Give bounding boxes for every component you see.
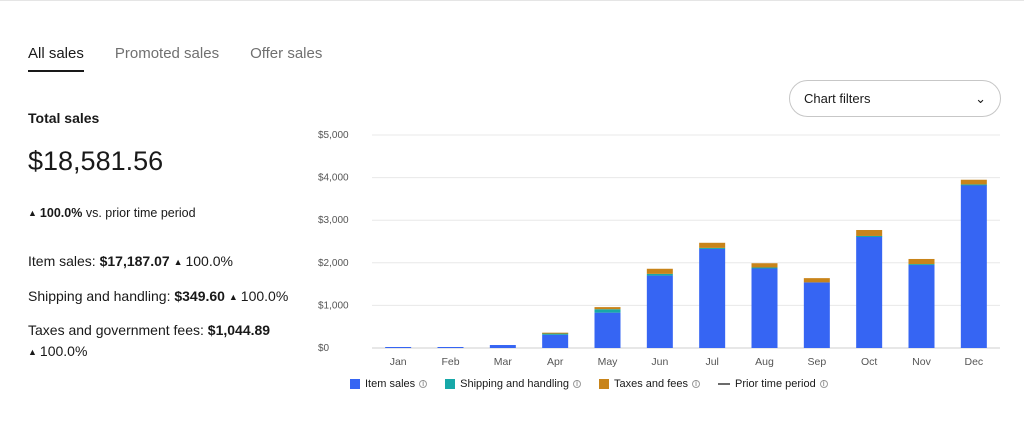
bar-jun-0 (646, 275, 673, 348)
y-tick-label: $0 (318, 343, 330, 354)
bar-apr-0 (542, 334, 569, 348)
total-change: ▲ 100.0% vs. prior time period (28, 206, 196, 220)
tab-promoted-sales[interactable]: Promoted sales (115, 45, 219, 72)
taxes-label: Taxes and government fees: (28, 322, 204, 338)
bar-may-2 (594, 307, 621, 310)
sales-tabs: All sales Promoted sales Offer sales (28, 45, 353, 72)
legend-item-sales[interactable]: Item sales i (350, 378, 428, 390)
legend-taxes[interactable]: Taxes and fees i (599, 378, 701, 390)
total-change-text: vs. prior time period (85, 206, 196, 220)
bar-oct-0 (856, 236, 883, 348)
item-sales-metric: Item sales: $17,187.07 ▲ 100.0% (28, 253, 233, 269)
sales-bar-chart: $0 $1,000 $2,000 $3,000 $4,000 $5,000 Jan Feb Ma… (318, 130, 1000, 368)
bar-sep-2 (803, 278, 830, 283)
legend-label-item-sales: Item sales (365, 378, 416, 390)
item-sales-label: Item sales: (28, 253, 96, 269)
legend-swatch-prior (718, 383, 731, 385)
x-tick-label: Dec (964, 356, 983, 368)
y-tick-label: $4,000 (318, 173, 349, 184)
taxes-value: $1,044.89 (207, 322, 271, 338)
bar-may-0 (594, 312, 621, 348)
up-triangle-icon: ▲ (228, 292, 238, 302)
bar-jul-2 (699, 242, 726, 248)
legend-label-taxes: Taxes and fees (614, 378, 689, 390)
x-tick-label: Jan (390, 356, 407, 368)
up-triangle-icon: ▲ (173, 257, 183, 267)
info-icon[interactable]: i (419, 380, 428, 388)
tab-offer-sales[interactable]: Offer sales (250, 45, 322, 72)
bar-apr-2 (542, 332, 569, 334)
legend-label-shipping: Shipping and handling (460, 378, 570, 390)
x-tick-label: Nov (912, 356, 931, 368)
bar-dec-1 (960, 184, 987, 186)
x-tick-label: Oct (861, 356, 877, 368)
bar-mar-0 (489, 345, 516, 348)
top-divider (0, 0, 1024, 1)
taxes-change-row: ▲ 100.0% (28, 343, 87, 359)
y-tick-label: $3,000 (318, 215, 349, 226)
legend-swatch-shipping (445, 379, 456, 389)
info-icon[interactable]: i (819, 380, 828, 388)
total-sales-value: $18,581.56 (28, 146, 164, 176)
taxes-metric: Taxes and government fees: $1,044.89 (28, 322, 270, 338)
bar-jun-1 (646, 273, 673, 276)
bar-oct-2 (856, 229, 883, 236)
x-tick-label: Jun (651, 356, 668, 368)
bar-aug-2 (751, 263, 778, 268)
bar-jul-0 (699, 248, 726, 348)
legend-shipping[interactable]: Shipping and handling i (445, 378, 582, 390)
item-sales-change: 100.0% (185, 253, 233, 269)
chart-filters-label: Chart filters (804, 91, 871, 106)
x-tick-label: Sep (807, 356, 826, 368)
bar-jun-2 (646, 268, 673, 274)
bar-aug-1 (751, 267, 778, 269)
chart-legend: Item sales i Shipping and handling i Tax… (350, 378, 846, 390)
legend-label-prior: Prior time period (735, 378, 816, 390)
bar-jul-1 (699, 247, 726, 249)
chevron-down-icon: ⌄ (975, 90, 986, 106)
x-tick-label: May (598, 356, 619, 368)
x-tick-label: Apr (547, 356, 564, 368)
bar-dec-2 (960, 179, 987, 185)
bar-nov-0 (908, 264, 935, 348)
total-change-pct: 100.0% (39, 206, 83, 220)
bar-dec-0 (960, 184, 987, 348)
legend-swatch-taxes (599, 379, 610, 389)
info-icon[interactable]: i (573, 380, 582, 388)
bar-sep-0 (803, 282, 830, 348)
shipping-label: Shipping and handling: (28, 288, 171, 304)
up-triangle-icon: ▲ (28, 208, 37, 218)
legend-prior-period[interactable]: Prior time period i (718, 378, 828, 390)
sales-summary: Total sales $18,581.56 ▲ 100.0% vs. prior… (28, 110, 318, 359)
y-tick-label: $2,000 (318, 258, 349, 269)
item-sales-value: $17,187.07 (99, 253, 170, 269)
legend-swatch-item-sales (350, 379, 360, 389)
x-tick-label: Jul (705, 356, 718, 368)
total-sales-label: Total sales (28, 110, 100, 126)
bar-aug-0 (751, 267, 778, 348)
shipping-change: 100.0% (240, 288, 289, 304)
bar-oct-1 (856, 235, 883, 237)
x-tick-label: Aug (755, 356, 774, 368)
bar-nov-2 (908, 258, 935, 265)
bar-nov-1 (908, 264, 935, 266)
info-icon[interactable]: i (692, 380, 701, 388)
y-tick-label: $1,000 (318, 300, 349, 311)
up-triangle-icon: ▲ (28, 347, 37, 357)
tab-all-sales[interactable]: All sales (28, 45, 84, 72)
y-tick-label: $5,000 (318, 130, 349, 141)
shipping-value: $349.60 (174, 288, 225, 304)
taxes-change: 100.0% (39, 343, 88, 359)
x-tick-label: Feb (441, 356, 459, 368)
x-tick-label: Mar (494, 356, 513, 368)
shipping-metric: Shipping and handling: $349.60 ▲ 100.0% (28, 288, 288, 304)
chart-filters-dropdown[interactable]: Chart filters ⌄ (789, 80, 1001, 117)
bar-may-1 (594, 309, 621, 313)
